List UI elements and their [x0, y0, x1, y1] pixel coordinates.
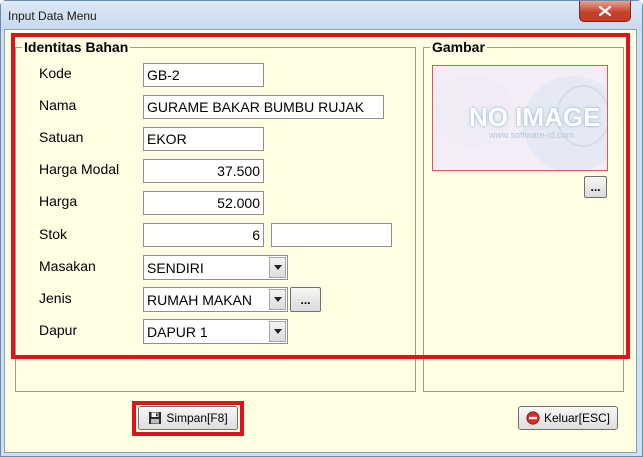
exit-button-label: Keluar[ESC]: [543, 411, 611, 425]
exit-button[interactable]: Keluar[ESC]: [518, 406, 618, 430]
form-highlight: [11, 33, 630, 359]
no-entry-icon: [526, 411, 540, 425]
window-title: Input Data Menu: [8, 9, 97, 23]
title-bar: Input Data Menu: [1, 1, 642, 31]
save-highlight: [132, 401, 244, 436]
close-button[interactable]: [579, 1, 631, 22]
close-icon: [599, 6, 611, 16]
